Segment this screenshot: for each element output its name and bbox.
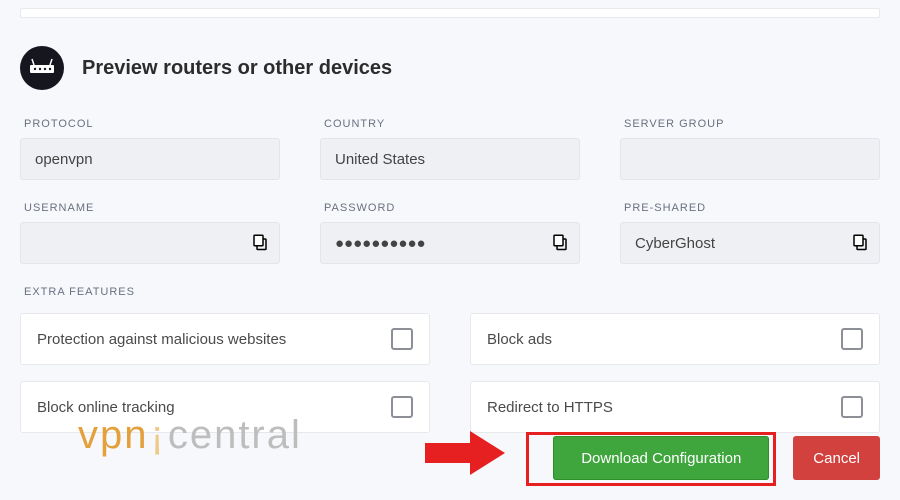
server-group-input[interactable] xyxy=(620,138,880,180)
server-group-field: SERVER GROUP xyxy=(620,118,880,180)
feature-text: Block ads xyxy=(487,331,552,348)
feature-text: Redirect to HTTPS xyxy=(487,399,613,416)
feature-text: Protection against malicious websites xyxy=(37,331,286,348)
extra-features-grid: Protection against malicious websites Bl… xyxy=(20,313,880,433)
feature-block-ads[interactable]: Block ads xyxy=(470,313,880,365)
checkbox[interactable] xyxy=(391,328,413,350)
router-icon xyxy=(20,46,64,90)
checkbox[interactable] xyxy=(391,396,413,418)
protocol-label: PROTOCOL xyxy=(20,118,280,130)
copy-preshared-button[interactable] xyxy=(840,222,880,264)
country-label: COUNTRY xyxy=(320,118,580,130)
checkbox[interactable] xyxy=(841,328,863,350)
protocol-field: PROTOCOL xyxy=(20,118,280,180)
page-header: Preview routers or other devices xyxy=(20,46,880,90)
preshared-label: PRE-SHARED xyxy=(620,202,880,214)
password-field: PASSWORD xyxy=(320,202,580,264)
feature-redirect-https[interactable]: Redirect to HTTPS xyxy=(470,381,880,433)
copy-password-button[interactable] xyxy=(540,222,580,264)
password-label: PASSWORD xyxy=(320,202,580,214)
checkbox[interactable] xyxy=(841,396,863,418)
feature-text: Block online tracking xyxy=(37,399,175,416)
copy-username-button[interactable] xyxy=(240,222,280,264)
username-field: USERNAME xyxy=(20,202,280,264)
top-strip xyxy=(20,8,880,18)
download-configuration-button[interactable]: Download Configuration xyxy=(553,436,769,480)
page-title: Preview routers or other devices xyxy=(82,57,392,80)
server-group-label: SERVER GROUP xyxy=(620,118,880,130)
copy-icon xyxy=(251,233,269,254)
annotation-arrow xyxy=(425,431,505,480)
country-input[interactable] xyxy=(320,138,580,180)
feature-protection[interactable]: Protection against malicious websites xyxy=(20,313,430,365)
extra-features-label: EXTRA FEATURES xyxy=(20,286,880,298)
country-field: COUNTRY xyxy=(320,118,580,180)
preshared-field: PRE-SHARED xyxy=(620,202,880,264)
feature-block-tracking[interactable]: Block online tracking xyxy=(20,381,430,433)
username-label: USERNAME xyxy=(20,202,280,214)
copy-icon xyxy=(851,233,869,254)
action-bar: Download Configuration Cancel xyxy=(553,436,880,480)
protocol-input[interactable] xyxy=(20,138,280,180)
cancel-button[interactable]: Cancel xyxy=(793,436,880,480)
copy-icon xyxy=(551,233,569,254)
